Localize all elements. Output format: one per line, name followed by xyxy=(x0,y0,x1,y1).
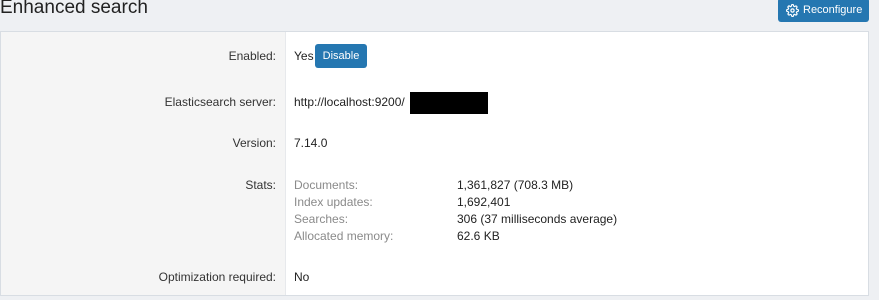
stat-searches-value: 306 (37 milliseconds average) xyxy=(457,212,618,226)
stat-searches-label: Searches: xyxy=(294,212,349,226)
page-header: Enhanced search Reconfigure xyxy=(0,0,879,28)
stat-allocated-memory-value: 62.6 KB xyxy=(457,229,500,243)
enabled-label: Enabled: xyxy=(228,49,276,63)
reconfigure-button[interactable]: Reconfigure xyxy=(778,0,869,22)
server-value: http://localhost:9200/ xyxy=(294,95,405,109)
stat-allocated-memory-label: Allocated memory: xyxy=(294,229,394,243)
version-label: Version: xyxy=(232,136,276,150)
stat-documents-value: 1,361,827 (708.3 MB) xyxy=(457,178,574,192)
redacted-block xyxy=(410,92,488,114)
optimization-value: No xyxy=(294,270,310,284)
enabled-value: Yes xyxy=(294,49,314,63)
stat-index-updates-value: 1,692,401 xyxy=(457,195,511,209)
stat-index-updates-label: Index updates: xyxy=(294,195,373,209)
stat-documents-label: Documents: xyxy=(294,178,359,192)
reconfigure-label: Reconfigure xyxy=(803,4,863,16)
version-value: 7.14.0 xyxy=(294,136,328,150)
optimization-label: Optimization required: xyxy=(158,270,276,284)
label-column xyxy=(1,32,286,295)
stats-label: Stats: xyxy=(245,178,276,192)
server-label: Elasticsearch server: xyxy=(164,95,276,109)
gear-icon xyxy=(786,3,799,17)
settings-panel: Enabled: Yes Disable Elasticsearch serve… xyxy=(0,31,869,296)
disable-button[interactable]: Disable xyxy=(315,44,367,68)
page-title: Enhanced search xyxy=(0,0,148,18)
